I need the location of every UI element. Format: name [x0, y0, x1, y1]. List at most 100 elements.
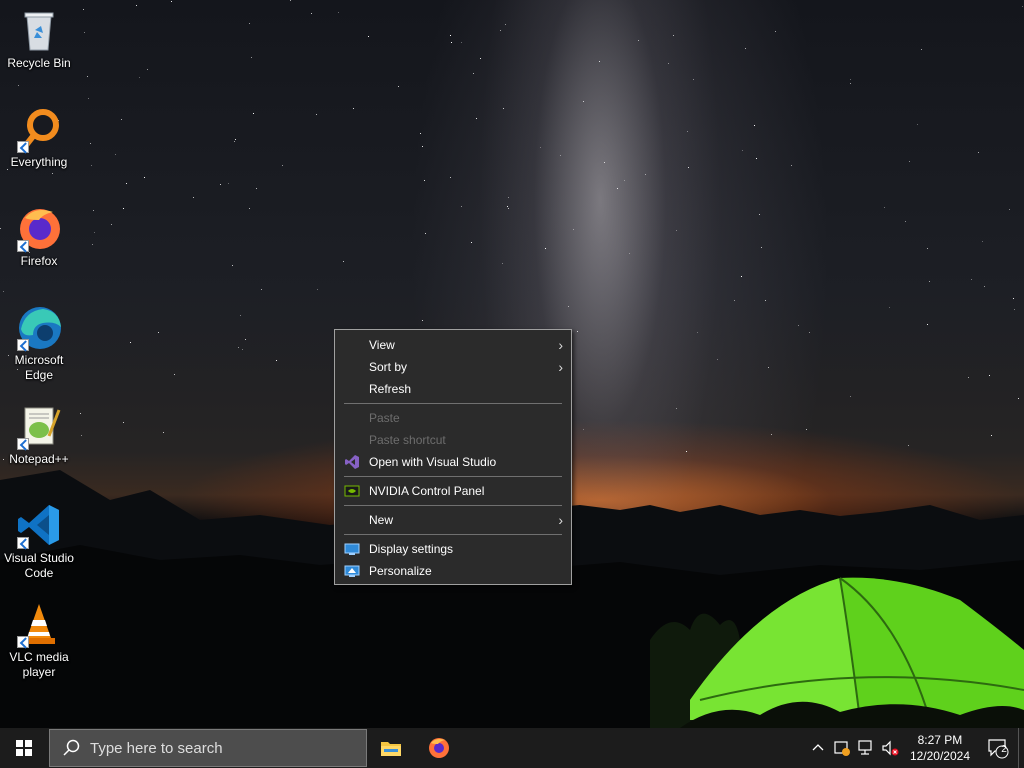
star — [338, 12, 339, 13]
star — [1009, 209, 1010, 210]
star — [884, 207, 885, 208]
star — [1013, 298, 1014, 299]
firefox-icon — [15, 204, 63, 252]
network-tray-button[interactable] — [854, 728, 878, 768]
submenu-arrow-icon: › — [558, 337, 563, 353]
star — [450, 35, 451, 36]
menu-item-nvidia-control-panel[interactable]: NVIDIA Control Panel — [335, 480, 571, 502]
desktop-icon-vlc[interactable]: VLC media player — [2, 594, 76, 680]
star — [1018, 398, 1019, 399]
star — [88, 98, 89, 99]
menu-item-label: Open with Visual Studio — [369, 455, 497, 469]
star — [971, 279, 972, 280]
star — [420, 133, 421, 134]
shortcut-arrow-icon — [17, 240, 29, 252]
menu-item-label: View — [369, 338, 395, 352]
star — [697, 332, 698, 333]
star — [343, 261, 344, 262]
taskbar-search-box[interactable]: Type here to search — [49, 729, 367, 767]
star — [158, 332, 159, 333]
star — [583, 101, 584, 102]
star — [775, 31, 776, 32]
vscode-icon — [15, 501, 63, 549]
star — [90, 143, 91, 144]
clock-date: 12/20/2024 — [909, 749, 970, 763]
security-tray-button[interactable] — [830, 728, 854, 768]
menu-item-label: Paste — [369, 411, 400, 425]
menu-item-sort-by[interactable]: Sort by › — [335, 356, 571, 378]
star — [461, 42, 462, 43]
star — [734, 300, 735, 301]
search-icon — [62, 739, 80, 757]
menu-item-personalize[interactable]: Personalize — [335, 560, 571, 582]
start-button[interactable] — [0, 728, 48, 768]
desktop-icon-vscode[interactable]: Visual Studio Code — [2, 495, 76, 581]
system-tray: 8:27 PM 12/20/2024 2 — [806, 728, 1024, 768]
star — [676, 408, 677, 409]
desktop-icon-recycle-bin[interactable]: Recycle Bin — [2, 0, 76, 71]
action-center-button[interactable]: 2 — [978, 728, 1018, 768]
desktop-icon-everything[interactable]: Everything — [2, 99, 76, 170]
recycle-bin-icon — [15, 6, 63, 54]
volume-tray-button[interactable] — [878, 728, 902, 768]
star — [568, 306, 569, 307]
star — [238, 347, 239, 348]
shortcut-arrow-icon — [17, 537, 29, 549]
star — [508, 197, 509, 198]
desktop-icon-label: Firefox — [20, 254, 58, 268]
shortcut-arrow-icon — [17, 636, 29, 648]
star — [425, 233, 426, 234]
clock-time: 8:27 PM — [917, 733, 963, 747]
desktop-icon-firefox[interactable]: Firefox — [2, 198, 76, 269]
star — [624, 180, 625, 181]
search-placeholder: Type here to search — [90, 739, 223, 757]
star — [984, 286, 985, 287]
star — [174, 374, 175, 375]
star — [745, 48, 746, 49]
desktop-icon-edge[interactable]: Microsoft Edge — [2, 297, 76, 383]
star — [759, 214, 760, 215]
show-hidden-icons-button[interactable] — [806, 728, 830, 768]
desktop-icon-label: Notepad++ — [9, 452, 69, 466]
desktop-icon-label: Visual Studio Code — [4, 551, 74, 580]
star — [540, 147, 541, 148]
star — [473, 73, 474, 74]
menu-item-refresh[interactable]: Refresh — [335, 378, 571, 400]
star — [111, 224, 112, 225]
star — [253, 113, 254, 114]
menu-item-label: NVIDIA Control Panel — [369, 484, 485, 498]
security-warning-icon — [834, 741, 850, 756]
star — [398, 86, 399, 87]
star — [927, 248, 928, 249]
star — [290, 0, 291, 1]
taskbar-firefox[interactable] — [415, 728, 463, 768]
menu-item-paste: Paste — [335, 407, 571, 429]
menu-item-display-settings[interactable]: Display settings — [335, 538, 571, 560]
star — [123, 208, 124, 209]
everything-search-icon — [15, 105, 63, 153]
star — [850, 83, 851, 84]
shortcut-arrow-icon — [17, 339, 29, 351]
star — [424, 180, 425, 181]
star — [3, 291, 4, 292]
star — [171, 1, 172, 2]
star — [927, 324, 928, 325]
star — [83, 9, 84, 10]
menu-item-view[interactable]: View › — [335, 334, 571, 356]
desktop-icon-notepad-plus-plus[interactable]: Notepad++ — [2, 396, 76, 467]
menu-item-label: Refresh — [369, 382, 412, 396]
menu-item-new[interactable]: New › — [335, 509, 571, 531]
menu-item-open-with-visual-studio[interactable]: Open with Visual Studio — [335, 451, 571, 473]
taskbar-clock[interactable]: 8:27 PM 12/20/2024 — [902, 732, 978, 764]
submenu-arrow-icon: › — [558, 512, 563, 528]
show-desktop-button[interactable] — [1018, 728, 1024, 768]
volume-muted-icon — [882, 740, 899, 756]
star — [193, 197, 194, 198]
star — [577, 331, 578, 332]
star — [91, 165, 92, 166]
menu-separator — [344, 505, 562, 506]
star — [52, 173, 53, 174]
taskbar: Type here to search 8:27 PM 12/20/2024 2 — [0, 728, 1024, 768]
taskbar-file-explorer[interactable] — [367, 728, 415, 768]
star — [502, 263, 503, 264]
